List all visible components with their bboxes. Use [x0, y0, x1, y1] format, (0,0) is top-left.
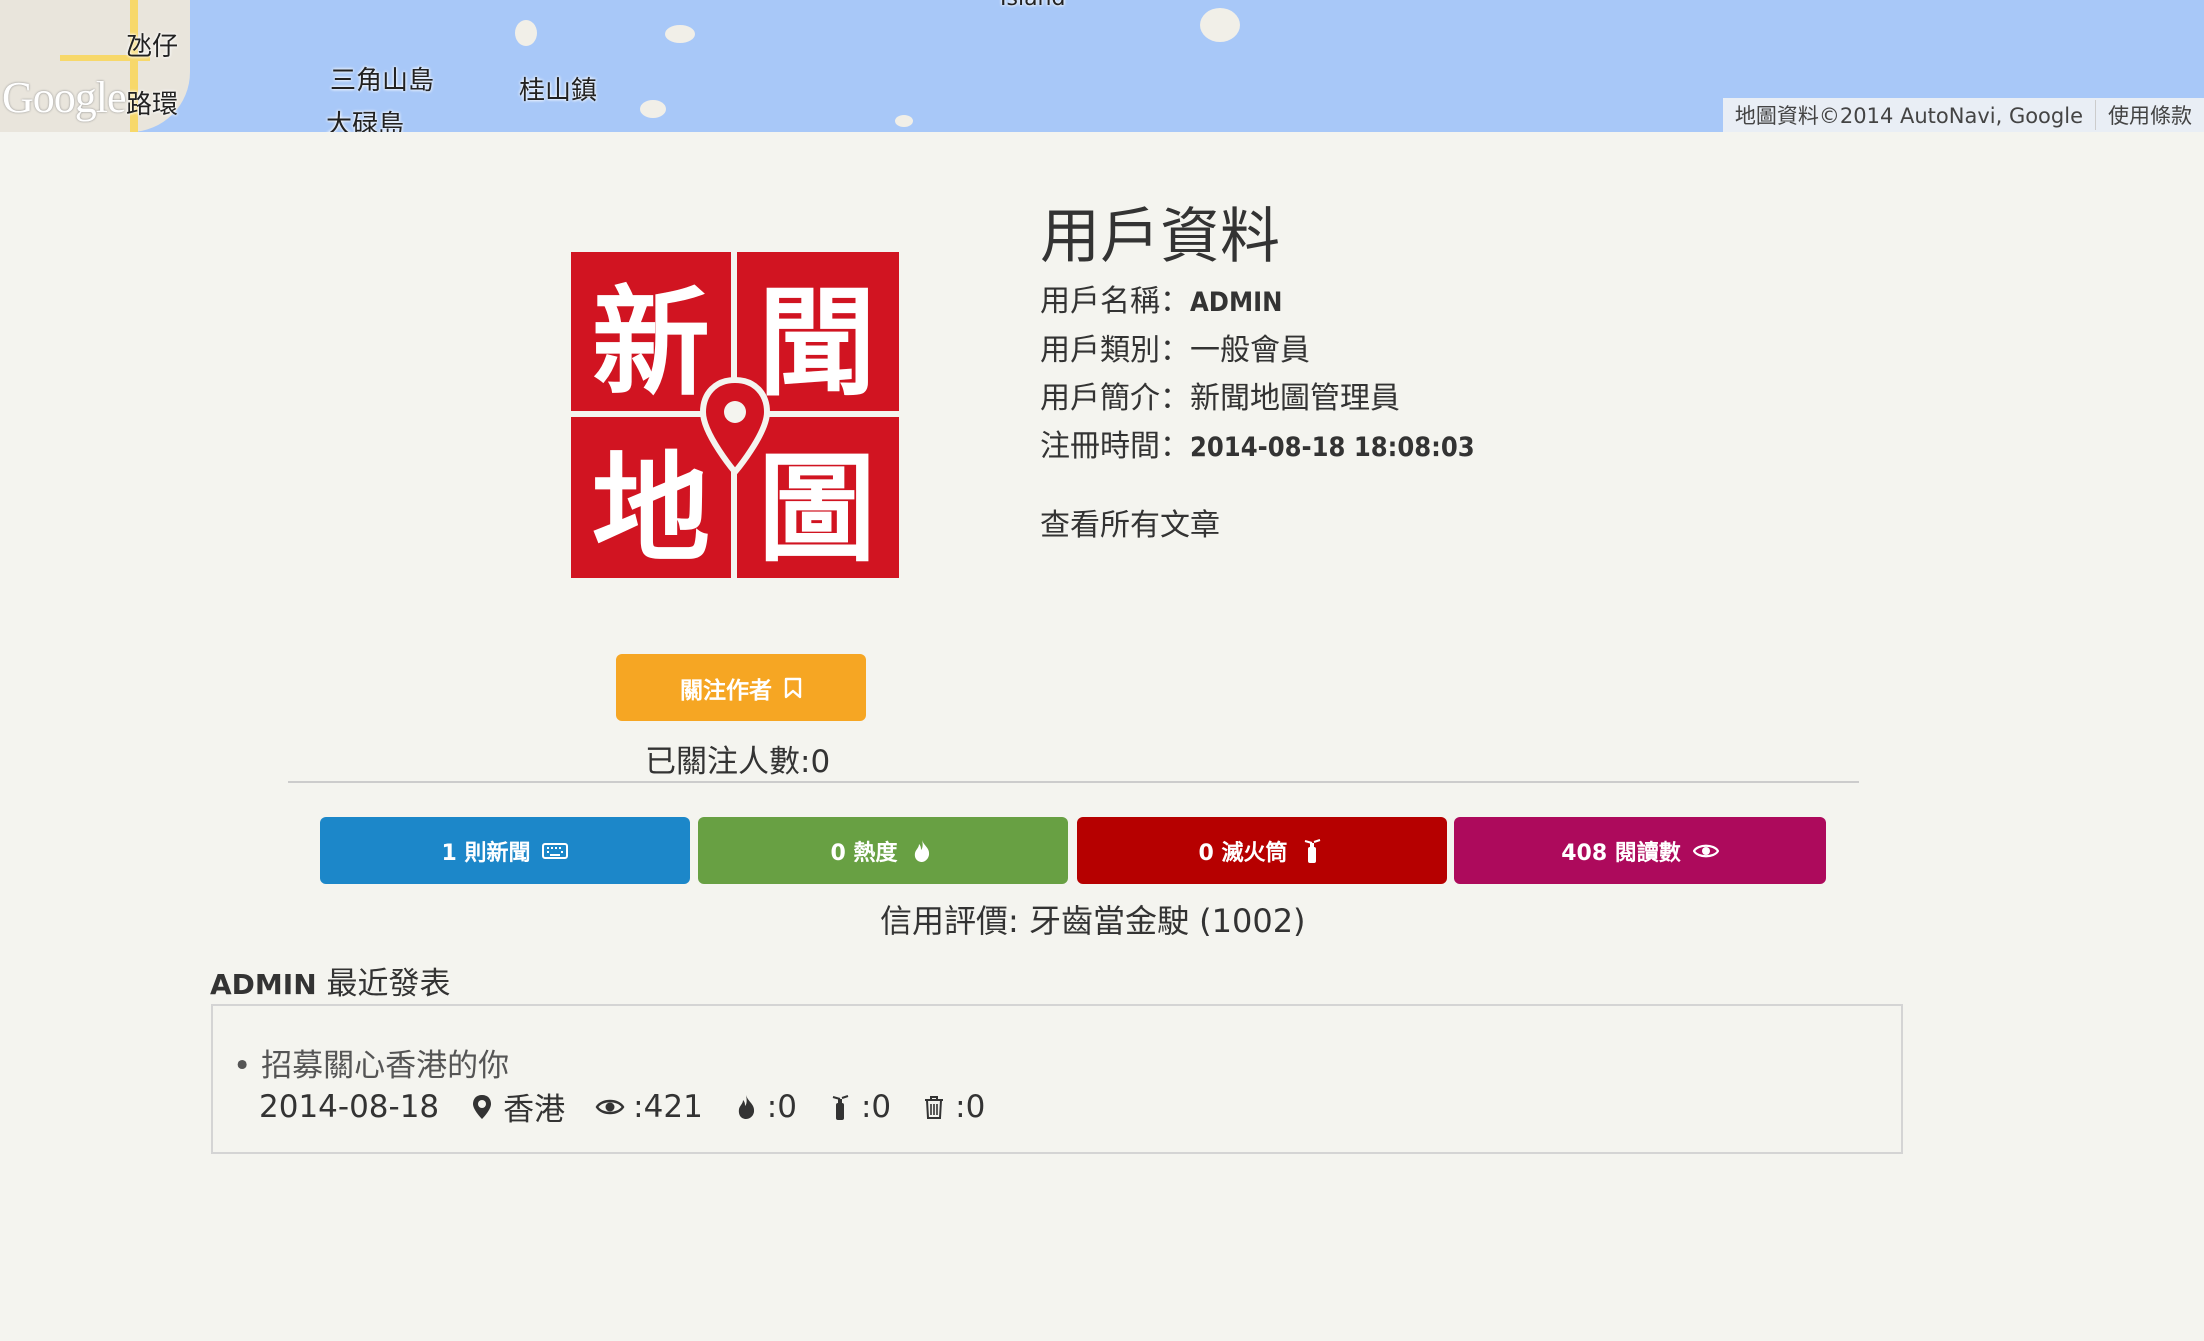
news-count-button[interactable]: 1 則新聞: [320, 817, 690, 884]
username-row: 用戶名稱：ADMIN: [1040, 276, 1283, 320]
hotness-label: 0 熱度: [830, 840, 898, 866]
post-date: 2014-08-18: [259, 1088, 440, 1125]
post-views: :421: [633, 1088, 703, 1125]
map-marker-icon: [473, 1094, 492, 1119]
map-island: [515, 20, 537, 46]
map-terms-link[interactable]: 使用條款: [2095, 100, 2204, 130]
post-location: 香港: [503, 1092, 566, 1128]
map-label: 三角山島: [330, 66, 435, 96]
post-meta: 2014-08-18 香港 :421 :0 :0 :0: [259, 1084, 985, 1129]
divider: [288, 781, 1859, 783]
extinguisher-icon: [832, 1094, 849, 1120]
eye-icon: [595, 1099, 625, 1114]
map-label: 路環: [126, 90, 179, 120]
bullet: •: [233, 1048, 262, 1084]
extinguisher-label: 0 滅火筒: [1198, 840, 1288, 866]
post-extinguish: :0: [860, 1088, 892, 1125]
user-type-row: 用戶類別：一般會員: [1040, 325, 1310, 369]
follow-author-label: 關注作者: [680, 677, 772, 704]
user-bio-row: 用戶簡介：新聞地圖管理員: [1040, 373, 1400, 417]
username-label: 用戶名稱：: [1040, 284, 1190, 319]
extinguisher-icon: [1305, 838, 1321, 863]
recent-suffix: 最近發表: [316, 966, 451, 1002]
map-label: 大碌島: [326, 110, 405, 132]
post-title-row[interactable]: • 招募關心香港的你: [233, 1040, 509, 1085]
recent-posts-heading: ADMIN 最近發表: [210, 958, 451, 1003]
user-type-value: 一般會員: [1190, 333, 1310, 368]
map-attribution: 地圖資料©2014 AutoNavi, Google 使用條款: [1722, 98, 2204, 132]
views-label: 408 閱讀數: [1561, 840, 1681, 866]
view-all-articles-link[interactable]: 查看所有文章: [1040, 500, 1220, 544]
site-logo: 新 聞 地 圖: [571, 252, 899, 578]
registered-row: 注冊時間：2014-08-18 18:08:03: [1040, 421, 1475, 465]
recent-author: ADMIN: [210, 968, 317, 1001]
map-attribution-text: 地圖資料©2014 AutoNavi, Google: [1734, 104, 2083, 128]
google-logo: Google: [2, 73, 127, 122]
trash-icon: [925, 1095, 944, 1119]
eye-icon: [1692, 844, 1719, 857]
recent-posts-list: • 招募關心香港的你 2014-08-18 香港 :421 :0 :0:0: [211, 1004, 1903, 1154]
followers-count: 已關注人數:0: [645, 744, 831, 780]
news-count-label: 1 則新聞: [441, 840, 531, 866]
registered-value: 2014-08-18 18:08:03: [1190, 432, 1475, 463]
user-bio-value: 新聞地圖管理員: [1190, 381, 1400, 416]
map-label: Island: [1000, 0, 1065, 11]
registered-label: 注冊時間：: [1040, 429, 1190, 464]
extinguisher-button[interactable]: 0 滅火筒: [1077, 817, 1447, 884]
credit-rating: 信用評價: 牙齒當金駛 (1002): [880, 902, 1306, 940]
follow-author-button[interactable]: 關注作者: [616, 654, 866, 721]
fire-icon: [915, 839, 930, 862]
post-hot: :0: [766, 1088, 797, 1125]
map-label: 桂山鎮: [519, 76, 598, 106]
user-bio-label: 用戶簡介：: [1040, 381, 1190, 416]
username-value: ADMIN: [1190, 287, 1283, 318]
map-island: [665, 25, 695, 43]
hotness-button[interactable]: 0 熱度: [698, 817, 1068, 884]
views-button[interactable]: 408 閱讀數: [1454, 817, 1826, 884]
keyboard-icon: [542, 842, 569, 859]
page-title: 用戶資料: [1040, 202, 1280, 272]
user-type-label: 用戶類別：: [1040, 333, 1190, 368]
map-pin-icon: [699, 376, 771, 476]
post-title[interactable]: 招募關心香港的你: [261, 1048, 509, 1084]
map-island: [1200, 8, 1240, 42]
map-label: 氹仔: [126, 32, 179, 62]
fire-icon: [738, 1094, 754, 1119]
map-banner[interactable]: 氹仔 路環 三角山島 大碌島 桂山鎮 Island Google 地圖資料©20…: [0, 0, 2204, 132]
post-trash: :0: [955, 1088, 986, 1125]
map-island: [640, 100, 666, 118]
map-island: [895, 115, 913, 127]
bookmark-icon: [784, 677, 802, 698]
